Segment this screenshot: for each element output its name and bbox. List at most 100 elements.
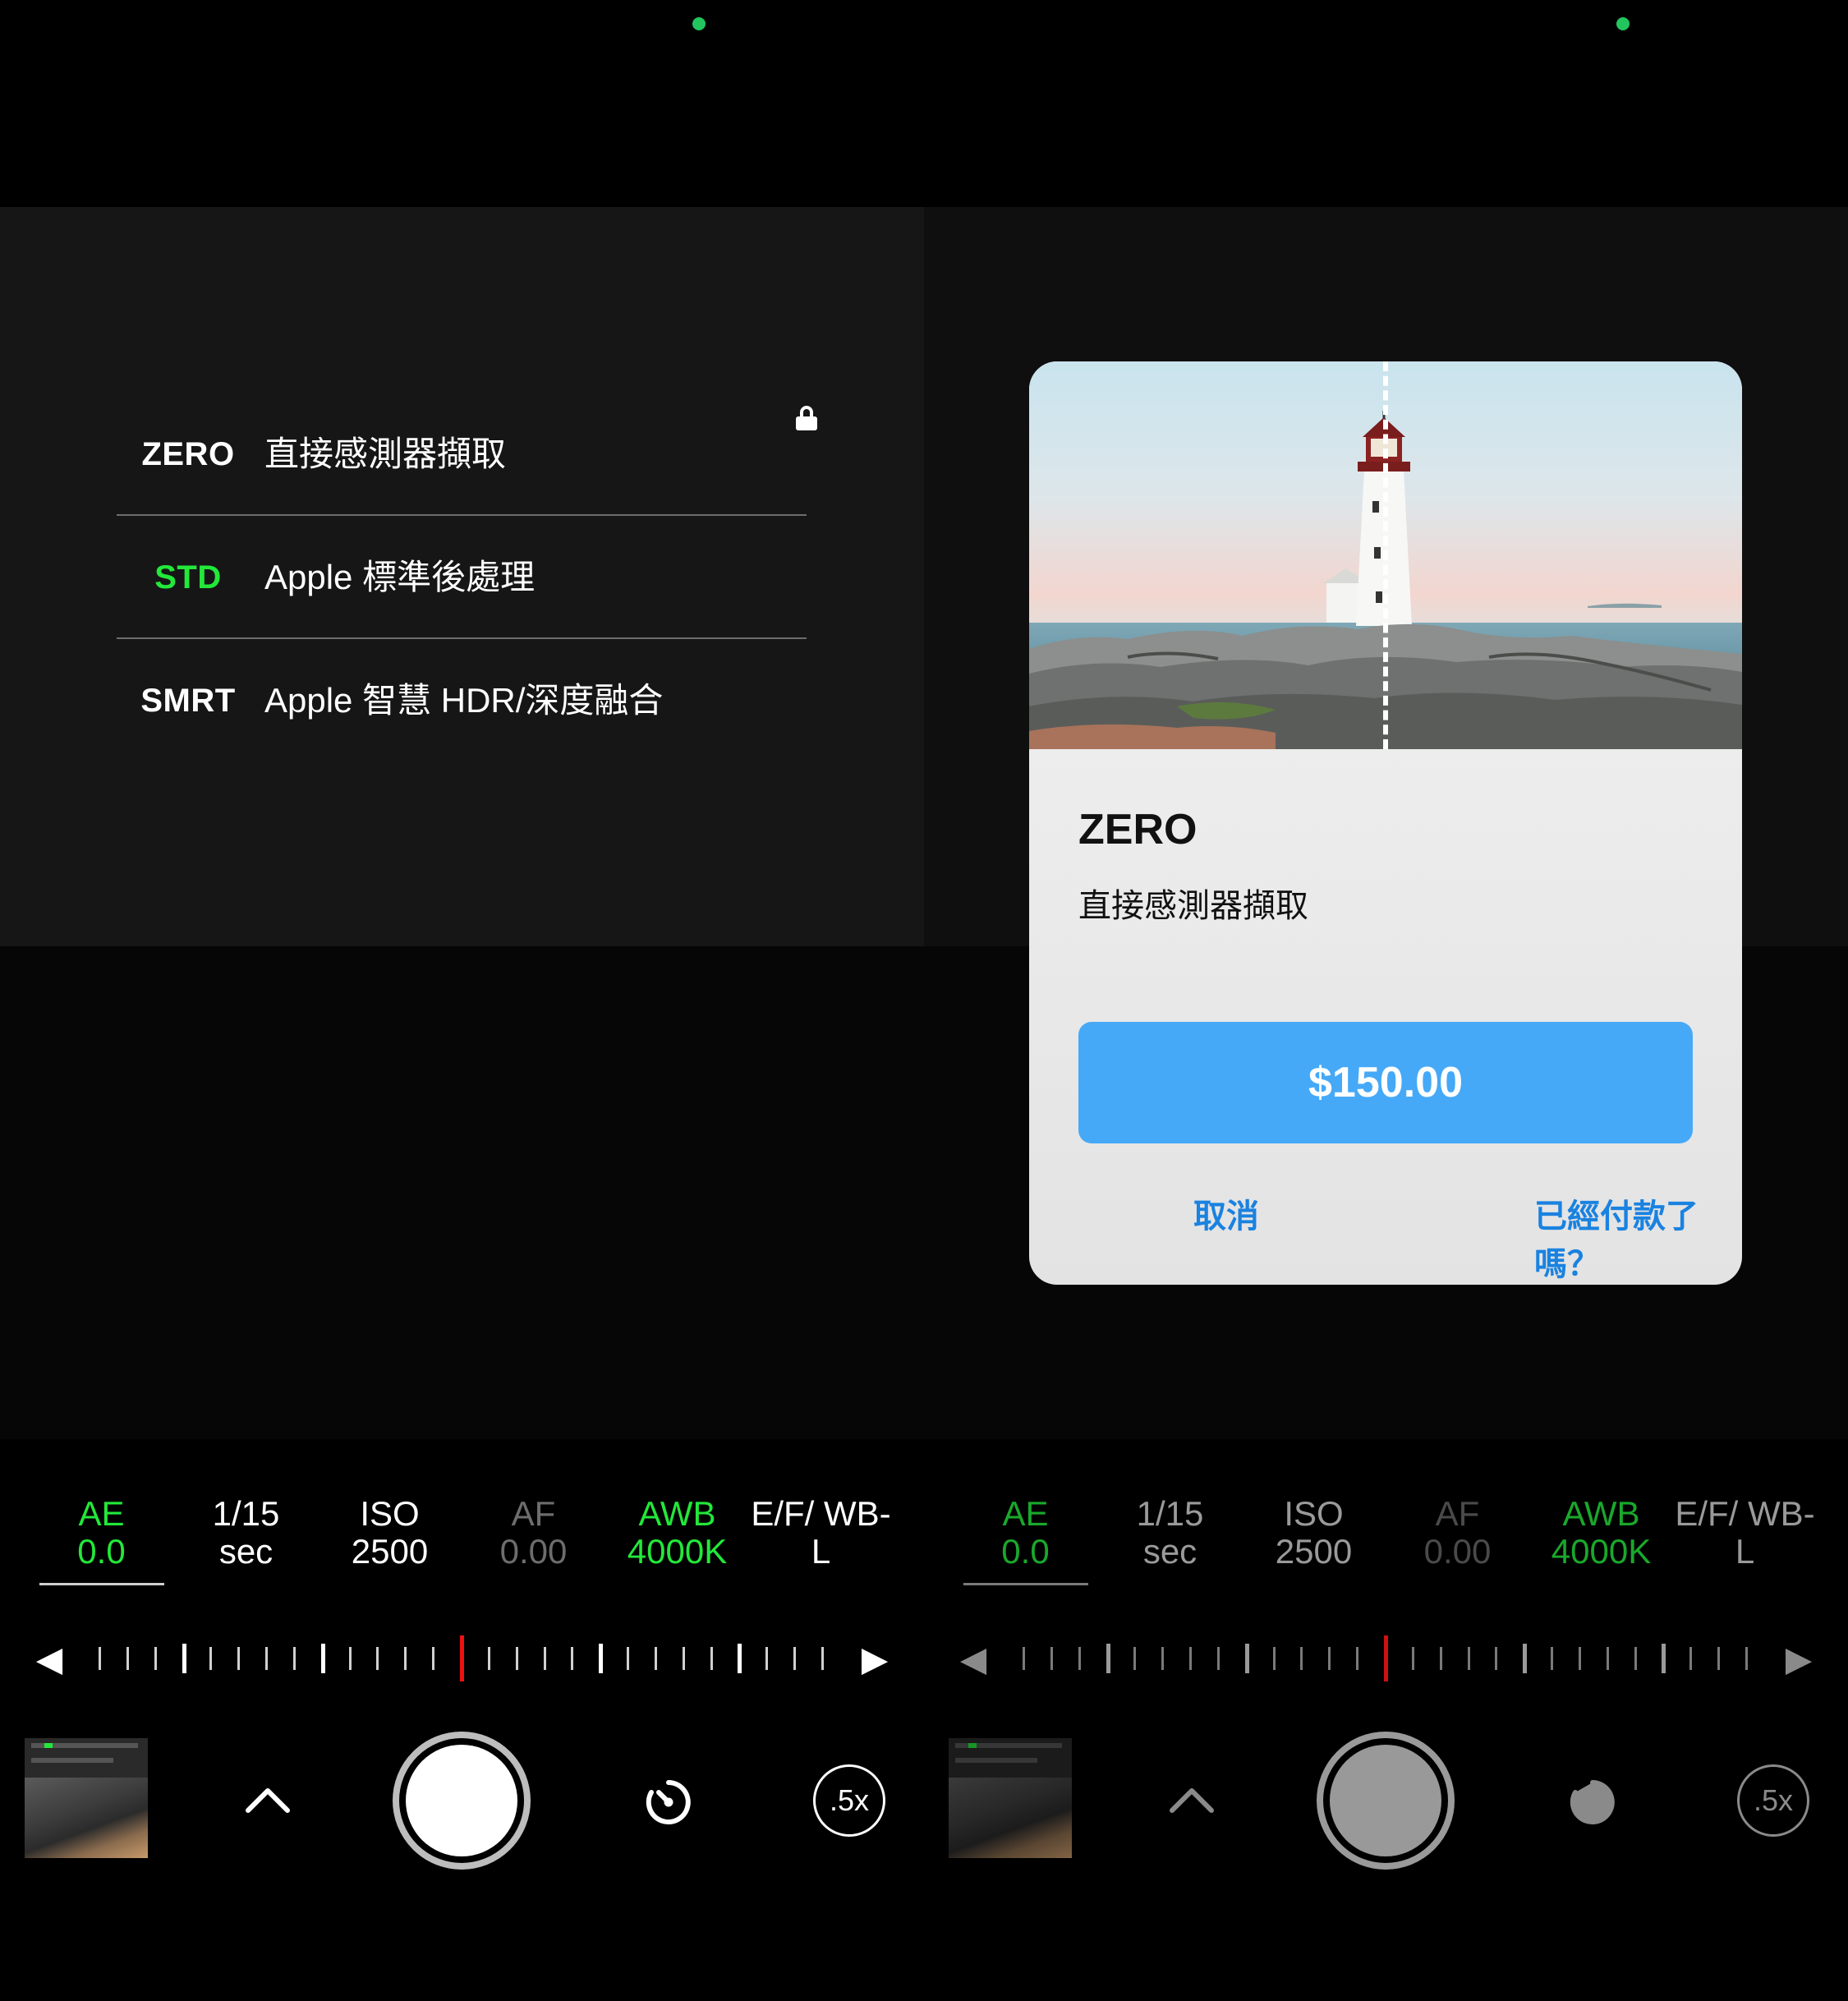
ruler-tick	[237, 1647, 240, 1670]
ruler-left-arrow: ◀	[959, 1640, 987, 1678]
ruler-tick	[349, 1647, 352, 1670]
camera-preview[interactable]	[0, 946, 924, 1439]
ruler-tick	[1634, 1647, 1637, 1670]
timer-icon[interactable]	[641, 1774, 696, 1830]
ruler-tick	[1300, 1647, 1303, 1670]
ruler-tick	[99, 1647, 101, 1670]
param-efwb: E/F/ WB- L	[1675, 1494, 1815, 1571]
chevron-up-icon[interactable]	[243, 1776, 292, 1825]
ruler-right-arrow: ▶	[1785, 1640, 1813, 1678]
last-photo-thumbnail	[949, 1738, 1072, 1858]
ruler-tick	[1745, 1647, 1748, 1670]
zoom-toggle: .5x	[1737, 1764, 1809, 1837]
param-ae: AE 0.0	[1001, 1494, 1050, 1571]
param-ae[interactable]: AE 0.0	[30, 1495, 173, 1571]
mode-description: Apple 標準後處理	[264, 558, 536, 596]
mode-row-smrt[interactable]: SMRT Apple 智慧 HDR/深度融合	[117, 639, 807, 762]
camera-screen-left: ZERO 直接感測器擷取 STD Apple 標準後處理 SMRT Apple …	[0, 0, 924, 2001]
ruler-tick	[793, 1647, 796, 1670]
ruler-tick	[1579, 1647, 1581, 1670]
restore-purchase-button[interactable]: 已經付款了嗎？	[1534, 1189, 1742, 1285]
mode-row-zero[interactable]: ZERO 直接感測器擷取	[117, 393, 807, 516]
ruler-tick	[516, 1647, 518, 1670]
ruler-tick	[1495, 1647, 1497, 1670]
ruler-tick	[765, 1647, 768, 1670]
ruler-tick	[1468, 1647, 1470, 1670]
param-shutter: 1/15 sec	[1136, 1494, 1204, 1571]
ruler-tick	[599, 1644, 603, 1673]
shutter-button	[1317, 1732, 1455, 1870]
ruler-tick	[710, 1647, 713, 1670]
param-efwb[interactable]: E/F/ WB- L	[749, 1495, 893, 1571]
ruler-tick	[571, 1647, 573, 1670]
ruler-tick	[683, 1647, 685, 1670]
mode-code: STD	[154, 559, 222, 596]
ruler-tick	[1078, 1647, 1081, 1670]
ruler-right-arrow[interactable]: ▶	[850, 1631, 899, 1688]
param-shutter[interactable]: 1/15 sec	[174, 1495, 318, 1571]
ruler-tick	[1689, 1647, 1692, 1670]
cancel-button[interactable]: 取消	[1193, 1189, 1259, 1237]
param-awb: AWB 4000K	[1551, 1494, 1652, 1571]
ruler-tick	[265, 1647, 268, 1670]
ruler-tick	[432, 1647, 434, 1670]
exposure-params-bar: AE 0.0 1/15 sec ISO 2500 AF 0.00 AWB 4000K E/…	[924, 1495, 1848, 1594]
ruler-left-arrow[interactable]: ◀	[25, 1631, 74, 1688]
mode-row-std[interactable]: STD Apple 標準後處理	[117, 516, 807, 639]
ruler-tick	[627, 1647, 629, 1670]
param-af[interactable]: AF 0.00	[462, 1495, 605, 1571]
param-awb[interactable]: AWB 4000K	[605, 1495, 749, 1571]
param-af: AF 0.00	[1423, 1494, 1492, 1571]
ruler-tick	[1050, 1647, 1053, 1670]
shutter-button[interactable]	[393, 1732, 531, 1870]
param-iso: ISO 2500	[1275, 1494, 1353, 1571]
ruler-tick	[821, 1647, 824, 1670]
selected-param-underline	[963, 1583, 1088, 1585]
purchase-button[interactable]: $150.00	[1078, 1022, 1693, 1143]
ruler-tick	[1217, 1647, 1220, 1670]
ruler-ticks	[1023, 1631, 1749, 1688]
last-photo-thumbnail[interactable]	[25, 1738, 148, 1858]
ruler-tick	[1717, 1647, 1720, 1670]
param-iso[interactable]: ISO 2500	[318, 1495, 462, 1571]
ruler-tick	[293, 1647, 296, 1670]
privacy-indicator-dot	[1616, 17, 1630, 30]
ruler-tick	[1161, 1647, 1164, 1670]
ruler-center-marker	[460, 1635, 464, 1681]
ruler-tick	[1328, 1647, 1331, 1670]
ruler-tick	[738, 1644, 742, 1673]
ruler-tick	[376, 1647, 379, 1670]
ruler-tick	[1412, 1647, 1414, 1670]
ruler-tick	[1607, 1647, 1609, 1670]
ruler-tick	[1440, 1647, 1442, 1670]
chevron-up-icon	[1167, 1776, 1216, 1825]
value-ruler: ◀ ▶	[949, 1631, 1823, 1688]
comparison-divider	[1383, 361, 1388, 749]
zoom-toggle[interactable]: .5x	[813, 1764, 885, 1837]
ruler-tick	[655, 1647, 657, 1670]
dialog-subtitle: 直接感測器擷取	[1078, 888, 1308, 924]
ruler-tick	[126, 1647, 129, 1670]
lighthouse-comparison-image	[1029, 361, 1742, 749]
ruler-tick	[1245, 1644, 1249, 1673]
exposure-params-bar: AE 0.0 1/15 sec ISO 2500 AF 0.00 AWB 4000K E/…	[0, 1495, 924, 1594]
ruler-ticks[interactable]	[99, 1631, 825, 1688]
value-ruler[interactable]: ◀ ▶	[25, 1631, 899, 1688]
ruler-tick	[1133, 1647, 1136, 1670]
ruler-center-marker	[1384, 1635, 1388, 1681]
selected-param-underline	[39, 1583, 164, 1585]
timer-icon	[1565, 1774, 1620, 1830]
mode-code: ZERO	[141, 436, 235, 472]
privacy-indicator-dot	[692, 17, 706, 30]
mode-description: Apple 智慧 HDR/深度融合	[264, 681, 664, 720]
ruler-tick	[1106, 1644, 1110, 1673]
ruler-tick	[321, 1644, 325, 1673]
ruler-tick	[1662, 1644, 1666, 1673]
ruler-tick	[1023, 1647, 1025, 1670]
ruler-tick	[1273, 1647, 1276, 1670]
ruler-tick	[209, 1647, 212, 1670]
dialog-title: ZERO	[1078, 806, 1198, 853]
ruler-tick	[182, 1644, 186, 1673]
ruler-tick	[488, 1647, 490, 1670]
ruler-tick	[154, 1647, 157, 1670]
